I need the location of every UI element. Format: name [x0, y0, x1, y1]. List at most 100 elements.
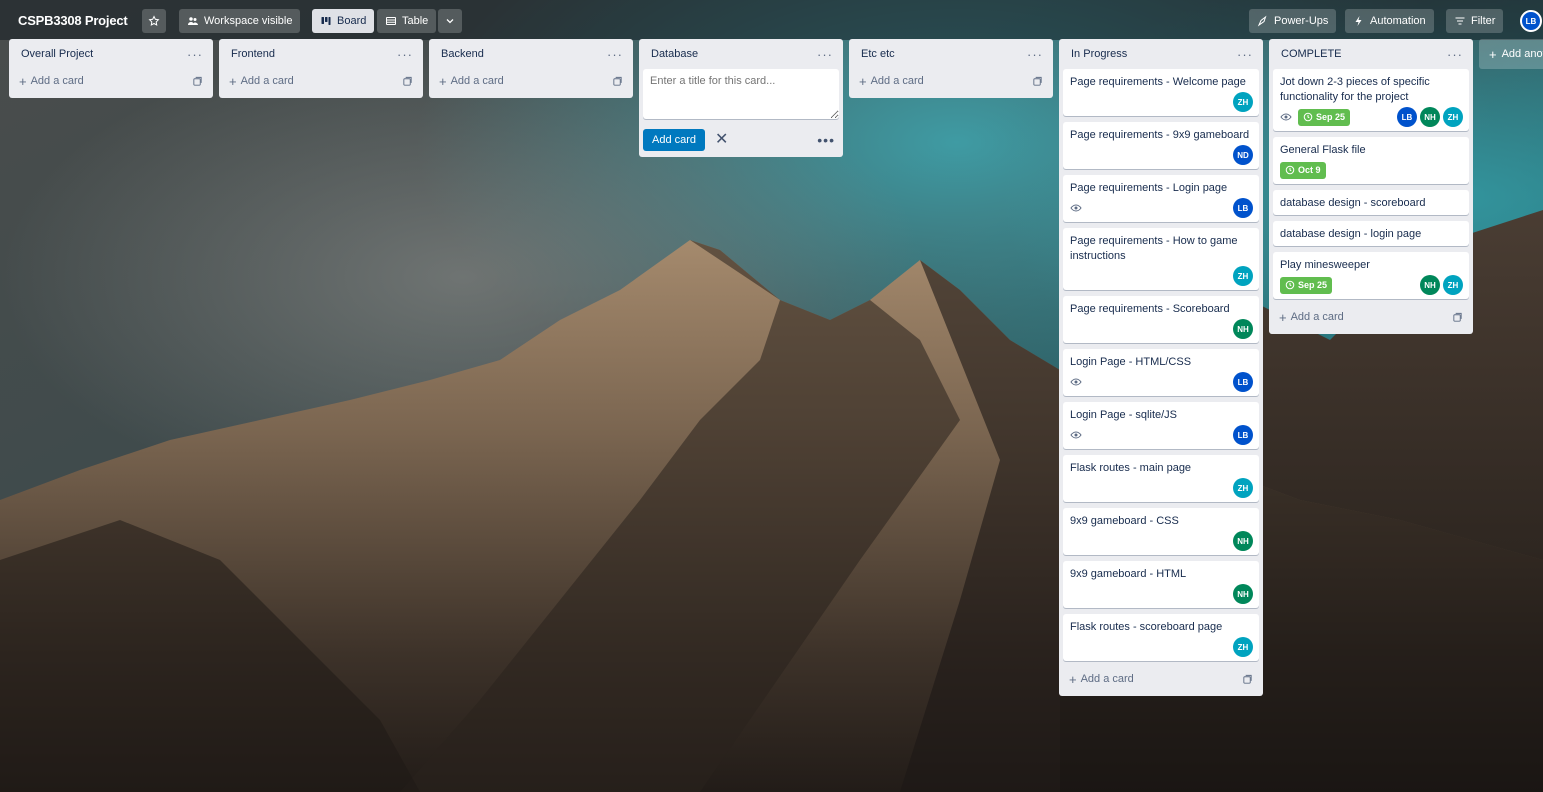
card[interactable]: General Flask file Oct 9	[1273, 137, 1469, 184]
member-avatar[interactable]: NH	[1233, 531, 1253, 551]
template-icon[interactable]	[1032, 76, 1043, 87]
template-icon[interactable]	[402, 76, 413, 87]
card-footer: NH	[1070, 584, 1253, 604]
list-menu-icon[interactable]: ···	[1447, 48, 1463, 61]
list-title[interactable]: COMPLETE	[1281, 48, 1342, 60]
plus-icon: +	[229, 73, 237, 89]
list-title[interactable]: Frontend	[231, 48, 275, 60]
plus-icon: +	[19, 73, 27, 89]
member-avatar[interactable]: NH	[1233, 584, 1253, 604]
member-avatar[interactable]: ZH	[1233, 92, 1253, 112]
people-icon	[188, 17, 198, 25]
clock-icon	[1285, 280, 1295, 290]
template-icon[interactable]	[1242, 674, 1253, 685]
add-card-button[interactable]: + Add a card	[859, 75, 924, 88]
card-members: NH ZH	[1420, 275, 1463, 295]
card[interactable]: Page requirements - Scoreboard NH	[1063, 296, 1259, 343]
list-menu-icon[interactable]: ···	[607, 48, 623, 61]
card[interactable]: Flask routes - scoreboard page ZH	[1063, 614, 1259, 661]
add-card-button[interactable]: + Add a card	[229, 75, 294, 88]
star-board-button[interactable]	[142, 9, 166, 33]
card[interactable]: Page requirements - Welcome page ZH	[1063, 69, 1259, 116]
add-another-list-button[interactable]: + Add another list	[1479, 39, 1543, 69]
automation-button[interactable]: Automation	[1345, 9, 1434, 33]
filter-button[interactable]: Filter	[1446, 9, 1504, 33]
card[interactable]: database design - login page	[1273, 221, 1469, 246]
list-header: In Progress ···	[1063, 39, 1259, 69]
card-title-input[interactable]	[643, 69, 839, 119]
user-avatar[interactable]: LB	[1520, 10, 1542, 32]
due-date-badge[interactable]: Oct 9	[1280, 161, 1326, 179]
list-menu-icon[interactable]: ···	[397, 48, 413, 61]
list-overall-project: Overall Project ··· + Add a card	[9, 39, 213, 98]
card-title: 9x9 gameboard - CSS	[1070, 515, 1179, 527]
member-avatar[interactable]: LB	[1233, 372, 1253, 392]
card[interactable]: Jot down 2-3 pieces of specific function…	[1273, 69, 1469, 131]
card[interactable]: database design - scoreboard	[1273, 190, 1469, 215]
list-header: Frontend ···	[223, 39, 419, 69]
due-date-badge[interactable]: Sep 25	[1298, 108, 1351, 126]
add-card-button[interactable]: + Add a card	[19, 75, 84, 88]
automation-label: Automation	[1370, 15, 1426, 27]
card[interactable]: Flask routes - main page ZH	[1063, 455, 1259, 502]
list-title[interactable]: Database	[651, 48, 698, 60]
list-title[interactable]: Overall Project	[21, 48, 93, 60]
member-avatar[interactable]: LB	[1233, 198, 1253, 218]
card[interactable]: 9x9 gameboard - HTML NH	[1063, 561, 1259, 608]
list-menu-icon[interactable]: ···	[1027, 48, 1043, 61]
card-members: NH	[1233, 319, 1253, 339]
clock-icon	[1303, 112, 1313, 122]
member-avatar[interactable]: ZH	[1233, 637, 1253, 657]
close-icon[interactable]: ✕	[715, 132, 728, 148]
member-avatar[interactable]: ND	[1233, 145, 1253, 165]
member-avatar[interactable]: NH	[1420, 275, 1440, 295]
card[interactable]: Page requirements - How to game instruct…	[1063, 228, 1259, 290]
power-ups-button[interactable]: Power-Ups	[1249, 9, 1337, 33]
template-icon[interactable]	[192, 76, 203, 87]
template-icon[interactable]	[1452, 312, 1463, 323]
views-dropdown-button[interactable]	[438, 9, 462, 33]
template-icon[interactable]	[612, 76, 623, 87]
add-card-button[interactable]: + Add a card	[1069, 673, 1134, 686]
view-table-button[interactable]: Table	[377, 9, 437, 33]
member-avatar[interactable]: LB	[1233, 425, 1253, 445]
card-title: database design - scoreboard	[1280, 197, 1426, 209]
list-complete: COMPLETE ··· Jot down 2-3 pieces of spec…	[1269, 39, 1473, 334]
view-board-button[interactable]: Board	[312, 9, 375, 33]
list-title[interactable]: Etc etc	[861, 48, 895, 60]
add-card-submit-button[interactable]: Add card	[643, 129, 706, 151]
add-card-button[interactable]: + Add a card	[439, 75, 504, 88]
member-avatar[interactable]: NH	[1420, 107, 1440, 127]
add-card-row: + Add a card	[13, 69, 209, 93]
list-title[interactable]: Backend	[441, 48, 484, 60]
card-members: ZH	[1233, 92, 1253, 112]
more-options-icon[interactable]: •••	[817, 132, 835, 148]
card[interactable]: Page requirements - Login page LB	[1063, 175, 1259, 222]
board-title[interactable]: CSPB3308 Project	[18, 13, 128, 28]
card[interactable]: Login Page - HTML/CSS LB	[1063, 349, 1259, 396]
add-card-button[interactable]: + Add a card	[1279, 311, 1344, 324]
card-badges	[1070, 376, 1082, 388]
list-menu-icon[interactable]: ···	[187, 48, 203, 61]
member-avatar[interactable]: NH	[1233, 319, 1253, 339]
composer-actions: Add card ✕ •••	[643, 128, 839, 152]
watching-eye-icon	[1070, 431, 1082, 439]
member-avatar[interactable]: ZH	[1233, 478, 1253, 498]
member-avatar[interactable]: ZH	[1443, 275, 1463, 295]
member-avatar[interactable]: ZH	[1443, 107, 1463, 127]
card[interactable]: Page requirements - 9x9 gameboard ND	[1063, 122, 1259, 169]
workspace-visible-button[interactable]: Workspace visible	[179, 9, 301, 33]
card[interactable]: 9x9 gameboard - CSS NH	[1063, 508, 1259, 555]
card-title: Jot down 2-3 pieces of specific function…	[1280, 76, 1430, 103]
card[interactable]: Login Page - sqlite/JS LB	[1063, 402, 1259, 449]
member-avatar[interactable]: ZH	[1233, 266, 1253, 286]
due-date-badge[interactable]: Sep 25	[1280, 276, 1333, 294]
member-avatar[interactable]: LB	[1397, 107, 1417, 127]
plus-icon: +	[1279, 309, 1287, 325]
add-card-row: + Add a card	[223, 69, 419, 93]
list-menu-icon[interactable]: ···	[1237, 48, 1253, 61]
list-title[interactable]: In Progress	[1071, 48, 1127, 60]
card-footer: Sep 25 NH ZH	[1280, 275, 1463, 295]
card[interactable]: Play minesweeper Sep 25 NH ZH	[1273, 252, 1469, 299]
list-menu-icon[interactable]: ···	[817, 48, 833, 61]
